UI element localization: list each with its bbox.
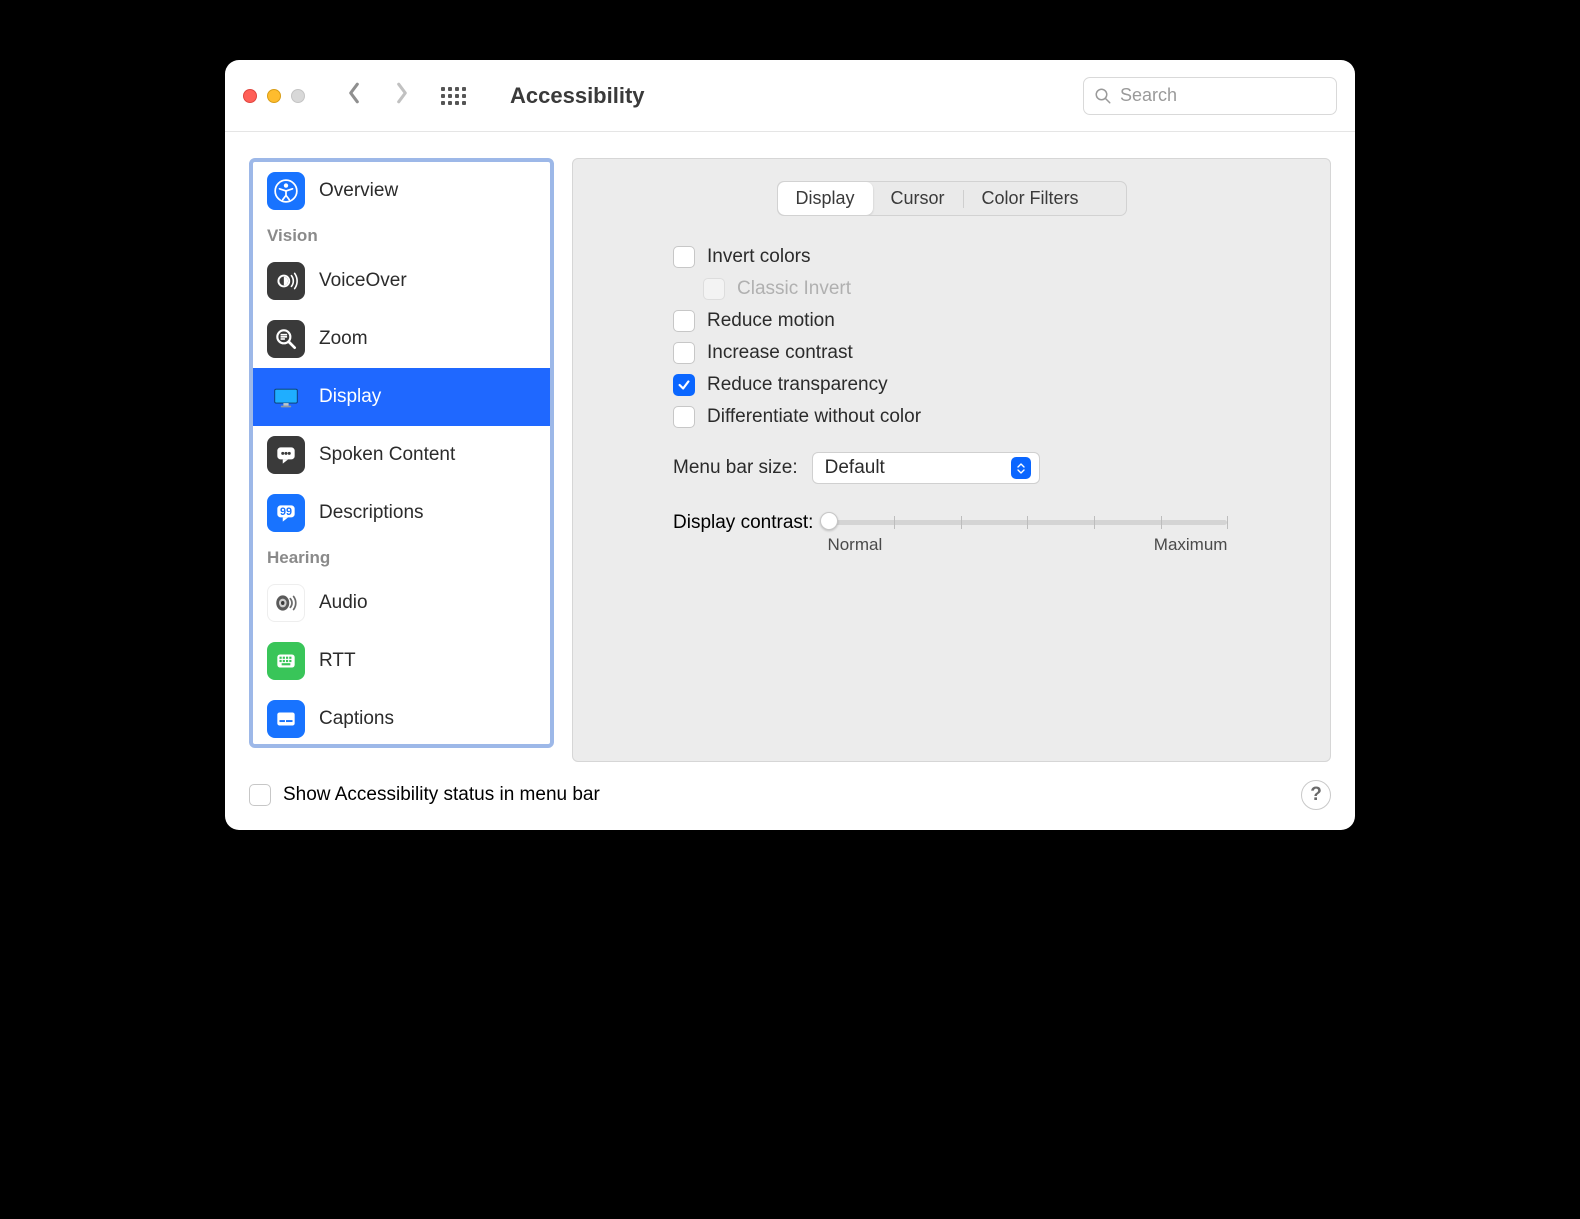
grid-icon bbox=[441, 87, 466, 105]
slider-knob[interactable] bbox=[820, 512, 838, 530]
sidebar-item-descriptions[interactable]: 99 Descriptions bbox=[253, 484, 550, 542]
tab-cursor[interactable]: Cursor bbox=[873, 182, 963, 215]
menu-bar-size-label: Menu bar size: bbox=[673, 457, 798, 479]
checkbox-label: Invert colors bbox=[707, 246, 810, 268]
checkbox-label: Classic Invert bbox=[737, 278, 851, 300]
sidebar-item-zoom[interactable]: Zoom bbox=[253, 310, 550, 368]
tab-color-filters[interactable]: Color Filters bbox=[964, 182, 1097, 215]
tab-display[interactable]: Display bbox=[778, 182, 873, 215]
zoom-icon bbox=[267, 320, 305, 358]
sidebar-item-label: RTT bbox=[319, 650, 356, 672]
search-icon bbox=[1094, 87, 1112, 105]
checkbox-icon bbox=[673, 342, 695, 364]
preferences-window: Accessibility Search Overview Vision Voi… bbox=[225, 60, 1355, 830]
help-icon: ? bbox=[1310, 784, 1322, 806]
sidebar-item-voiceover[interactable]: VoiceOver bbox=[253, 252, 550, 310]
sidebar-item-label: Zoom bbox=[319, 328, 368, 350]
window-controls bbox=[243, 89, 305, 103]
audio-icon bbox=[267, 584, 305, 622]
sidebar-item-label: Audio bbox=[319, 592, 368, 614]
show-status-label: Show Accessibility status in menu bar bbox=[283, 784, 600, 806]
page-title: Accessibility bbox=[510, 83, 645, 109]
titlebar: Accessibility Search bbox=[225, 60, 1355, 132]
sidebar-item-label: Captions bbox=[319, 708, 394, 730]
tab-bar: Display Cursor Color Filters bbox=[777, 181, 1127, 216]
sidebar-group-vision: Vision bbox=[253, 220, 550, 252]
sidebar-item-spoken-content[interactable]: Spoken Content bbox=[253, 426, 550, 484]
checkbox-label: Increase contrast bbox=[707, 342, 853, 364]
nav-controls bbox=[345, 82, 466, 109]
checkbox-icon bbox=[673, 374, 695, 396]
rtt-icon bbox=[267, 642, 305, 680]
captions-icon bbox=[267, 700, 305, 738]
checkbox-icon bbox=[703, 278, 725, 300]
sidebar-group-hearing: Hearing bbox=[253, 542, 550, 574]
show-all-button[interactable] bbox=[441, 87, 466, 105]
search-input[interactable]: Search bbox=[1083, 77, 1337, 115]
back-button[interactable] bbox=[345, 82, 363, 109]
forward-button[interactable] bbox=[393, 82, 411, 109]
differentiate-checkbox[interactable]: Differentiate without color bbox=[673, 406, 1290, 428]
checkbox-icon bbox=[673, 310, 695, 332]
select-value: Default bbox=[825, 457, 885, 479]
spoken-content-icon bbox=[267, 436, 305, 474]
sidebar-item-label: Display bbox=[319, 386, 381, 408]
close-window-button[interactable] bbox=[243, 89, 257, 103]
invert-colors-checkbox[interactable]: Invert colors bbox=[673, 246, 1290, 268]
slider-min-label: Normal bbox=[827, 535, 882, 555]
zoom-window-button[interactable] bbox=[291, 89, 305, 103]
checkbox-label: Differentiate without color bbox=[707, 406, 921, 428]
checkbox-icon bbox=[673, 246, 695, 268]
sidebar-item-label: Spoken Content bbox=[319, 444, 455, 466]
chevron-updown-icon bbox=[1011, 457, 1031, 479]
classic-invert-checkbox: Classic Invert bbox=[703, 278, 1290, 300]
display-contrast-label: Display contrast: bbox=[673, 512, 813, 534]
reduce-motion-checkbox[interactable]: Reduce motion bbox=[673, 310, 1290, 332]
footer: Show Accessibility status in menu bar ? bbox=[225, 772, 1355, 830]
search-placeholder: Search bbox=[1120, 85, 1177, 106]
reduce-transparency-checkbox[interactable]: Reduce transparency bbox=[673, 374, 1290, 396]
voiceover-icon bbox=[267, 262, 305, 300]
sidebar-item-label: Descriptions bbox=[319, 502, 424, 524]
display-contrast-slider[interactable] bbox=[827, 520, 1227, 525]
checkbox-label: Reduce transparency bbox=[707, 374, 888, 396]
svg-text:99: 99 bbox=[280, 506, 292, 518]
minimize-window-button[interactable] bbox=[267, 89, 281, 103]
sidebar-item-overview[interactable]: Overview bbox=[253, 162, 550, 220]
help-button[interactable]: ? bbox=[1301, 780, 1331, 810]
sidebar-item-audio[interactable]: Audio bbox=[253, 574, 550, 632]
descriptions-icon: 99 bbox=[267, 494, 305, 532]
sidebar-item-display[interactable]: Display bbox=[253, 368, 550, 426]
accessibility-icon bbox=[267, 172, 305, 210]
display-icon bbox=[267, 378, 305, 416]
sidebar-item-captions[interactable]: Captions bbox=[253, 690, 550, 748]
menu-bar-size-select[interactable]: Default bbox=[812, 452, 1040, 484]
sidebar-item-rtt[interactable]: RTT bbox=[253, 632, 550, 690]
sidebar-item-label: VoiceOver bbox=[319, 270, 407, 292]
sidebar[interactable]: Overview Vision VoiceOver Zoom Display bbox=[249, 158, 554, 748]
checkbox-icon bbox=[673, 406, 695, 428]
content-panel: Display Cursor Color Filters Invert colo… bbox=[572, 158, 1331, 762]
sidebar-item-label: Overview bbox=[319, 180, 398, 202]
increase-contrast-checkbox[interactable]: Increase contrast bbox=[673, 342, 1290, 364]
slider-max-label: Maximum bbox=[1154, 535, 1228, 555]
checkbox-label: Reduce motion bbox=[707, 310, 835, 332]
show-status-checkbox[interactable] bbox=[249, 784, 271, 806]
